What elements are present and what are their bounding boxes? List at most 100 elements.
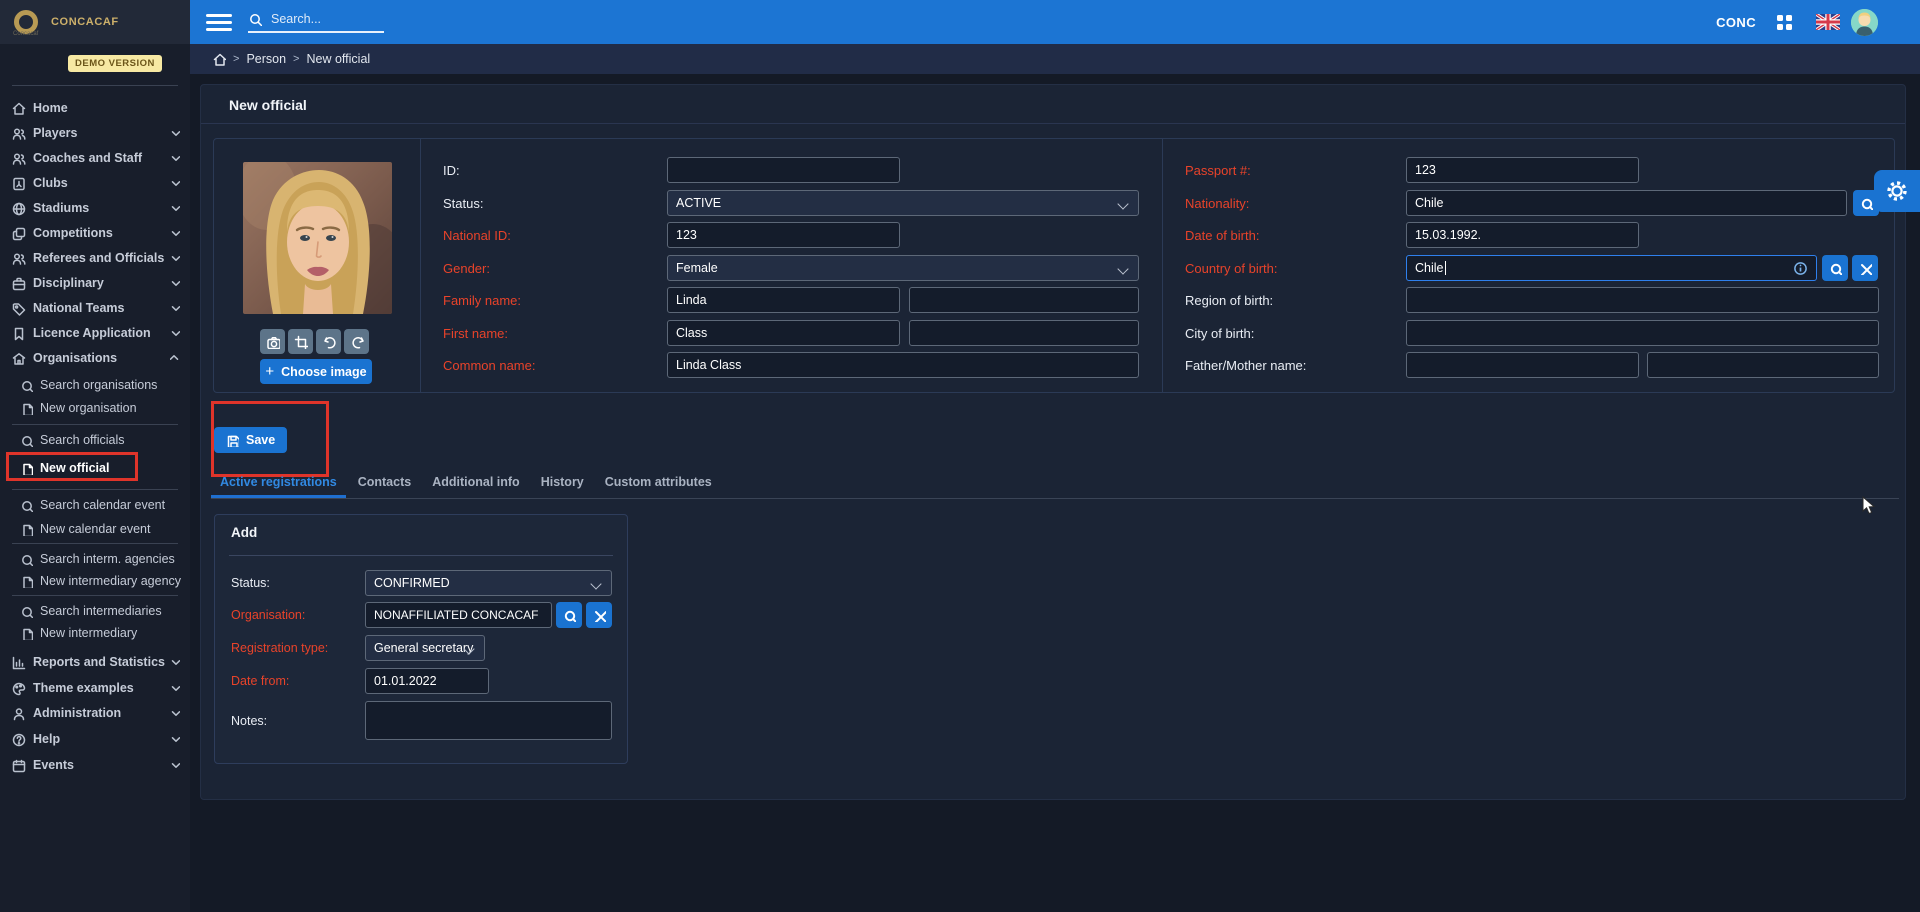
uk-flag-icon[interactable]: [1816, 14, 1840, 30]
chevron-down-icon: [170, 760, 180, 770]
person-photo: [243, 162, 392, 314]
region-of-birth-input[interactable]: [1406, 287, 1879, 313]
sidebar-item-competitions[interactable]: Competitions: [0, 222, 190, 244]
add-organisation-input[interactable]: [365, 602, 552, 628]
search-icon: [20, 605, 33, 618]
sidebar-item-clubs[interactable]: Clubs: [0, 172, 190, 194]
chevron-down-icon: [170, 253, 180, 263]
save-button[interactable]: Save: [214, 427, 287, 453]
sidebar-item-stadiums[interactable]: Stadiums: [0, 197, 190, 219]
sidebar-item-licence-application[interactable]: Licence Application: [0, 322, 190, 344]
add-date-from-input[interactable]: [365, 668, 489, 694]
country-search-button[interactable]: [1822, 255, 1848, 281]
close-icon: [593, 609, 606, 622]
first-name-input-2[interactable]: [909, 320, 1139, 346]
chevron-up-icon: [170, 353, 180, 363]
sidebar-item-search-officials[interactable]: Search officials: [0, 429, 190, 451]
tab-strip: Active registrations Contacts Additional…: [211, 469, 1899, 499]
father-mother-name-input-2[interactable]: [1647, 352, 1879, 378]
sidebar-item-coaches-and-staff[interactable]: Coaches and Staff: [0, 147, 190, 169]
country-clear-button[interactable]: [1852, 255, 1878, 281]
sidebar-item-events[interactable]: Events: [0, 754, 190, 776]
tab-history[interactable]: History: [532, 475, 593, 498]
menu-icon[interactable]: [206, 14, 232, 31]
first-name-input[interactable]: [667, 320, 900, 346]
tab-contacts[interactable]: Contacts: [349, 475, 420, 498]
global-search[interactable]: [248, 11, 384, 33]
field-label-first-name: First name:: [443, 326, 508, 341]
passport-input[interactable]: [1406, 157, 1639, 183]
sidebar-item-search-organisations[interactable]: Search organisations: [0, 374, 190, 396]
chevron-down-icon: [170, 657, 180, 667]
breadcrumb-item-new-official[interactable]: New official: [306, 52, 370, 66]
national-id-input[interactable]: [667, 222, 900, 248]
tab-custom-attributes[interactable]: Custom attributes: [596, 475, 721, 498]
sidebar-item-disciplinary[interactable]: Disciplinary: [0, 272, 190, 294]
add-notes-textarea[interactable]: [365, 701, 612, 740]
sidebar-item-organisations[interactable]: Organisations: [0, 347, 190, 369]
rotate-right-icon: [350, 335, 364, 349]
info-icon[interactable]: [1793, 261, 1808, 276]
sidebar-item-referees-and-officials[interactable]: Referees and Officials: [0, 247, 190, 269]
chevron-down-icon: [170, 153, 180, 163]
choose-image-button[interactable]: + Choose image: [260, 359, 372, 384]
user-avatar[interactable]: [1851, 9, 1878, 36]
field-label-country-of-birth: Country of birth:: [1185, 261, 1278, 276]
sidebar-item-new-organisation[interactable]: New organisation: [0, 397, 190, 419]
sidebar-item-search-calendar-event[interactable]: Search calendar event: [0, 494, 190, 516]
tab-active-registrations[interactable]: Active registrations: [211, 475, 346, 498]
settings-button[interactable]: [1874, 170, 1920, 212]
add-status-label: Status:: [231, 576, 270, 590]
family-name-input[interactable]: [667, 287, 900, 313]
common-name-input[interactable]: [667, 352, 1139, 378]
status-select[interactable]: ACTIVE: [667, 190, 1139, 216]
id-input[interactable]: [667, 157, 900, 183]
crop-button[interactable]: [288, 329, 313, 354]
field-label-family-name: Family name:: [443, 293, 521, 308]
breadcrumb-item-person[interactable]: Person: [246, 52, 286, 66]
sidebar-item-reports-and-statistics[interactable]: Reports and Statistics: [0, 651, 190, 673]
breadcrumb: > Person > New official: [190, 44, 1920, 74]
rotate-left-button[interactable]: [316, 329, 341, 354]
date-of-birth-input[interactable]: [1406, 222, 1639, 248]
sidebar-item-players[interactable]: Players: [0, 122, 190, 144]
admin-icon: [11, 706, 26, 721]
logo-area[interactable]: Concacaf CONCACAF: [0, 0, 190, 44]
family-name-input-2[interactable]: [909, 287, 1139, 313]
nationality-input[interactable]: [1406, 190, 1847, 216]
bookmark-icon: [11, 326, 26, 341]
sidebar-item-administration[interactable]: Administration: [0, 702, 190, 724]
add-organisation-clear-button[interactable]: [586, 602, 612, 628]
sidebar-item-search-interm-agencies[interactable]: Search interm. agencies: [0, 548, 190, 570]
add-status-select[interactable]: CONFIRMED: [365, 570, 612, 596]
add-organisation-search-button[interactable]: [556, 602, 582, 628]
sidebar-item-home[interactable]: Home: [0, 97, 190, 119]
father-mother-name-input[interactable]: [1406, 352, 1639, 378]
sidebar-item-new-calendar-event[interactable]: New calendar event: [0, 518, 190, 540]
sidebar-item-new-intermediary-agency[interactable]: New intermediary agency: [0, 570, 190, 592]
camera-button[interactable]: [260, 329, 285, 354]
search-input[interactable]: [269, 11, 369, 27]
sidebar-item-new-intermediary[interactable]: New intermediary: [0, 622, 190, 644]
club-card-icon: [11, 176, 26, 191]
organisation-icon: [11, 351, 26, 366]
country-of-birth-input[interactable]: Chile: [1406, 255, 1817, 281]
tab-additional-info[interactable]: Additional info: [423, 475, 528, 498]
field-label-status: Status:: [443, 196, 483, 211]
rotate-right-button[interactable]: [344, 329, 369, 354]
city-of-birth-input[interactable]: [1406, 320, 1879, 346]
add-registration-type-select[interactable]: General secretary: [365, 635, 485, 661]
sidebar-item-help[interactable]: Help: [0, 728, 190, 750]
sidebar-item-theme-examples[interactable]: Theme examples: [0, 677, 190, 699]
chevron-down-icon: [170, 683, 180, 693]
apps-grid-icon[interactable]: [1777, 15, 1792, 30]
home-icon[interactable]: [212, 52, 226, 66]
sidebar-item-search-intermediaries[interactable]: Search intermediaries: [0, 600, 190, 622]
field-label-national-id: National ID:: [443, 228, 511, 243]
sidebar-item-national-teams[interactable]: National Teams: [0, 297, 190, 319]
org-code-label[interactable]: CONC: [1716, 15, 1756, 30]
chevron-down-icon: [170, 128, 180, 138]
sidebar-item-new-official[interactable]: New official: [0, 457, 190, 479]
calendar-icon: [11, 758, 26, 773]
gender-select[interactable]: Female: [667, 255, 1139, 281]
